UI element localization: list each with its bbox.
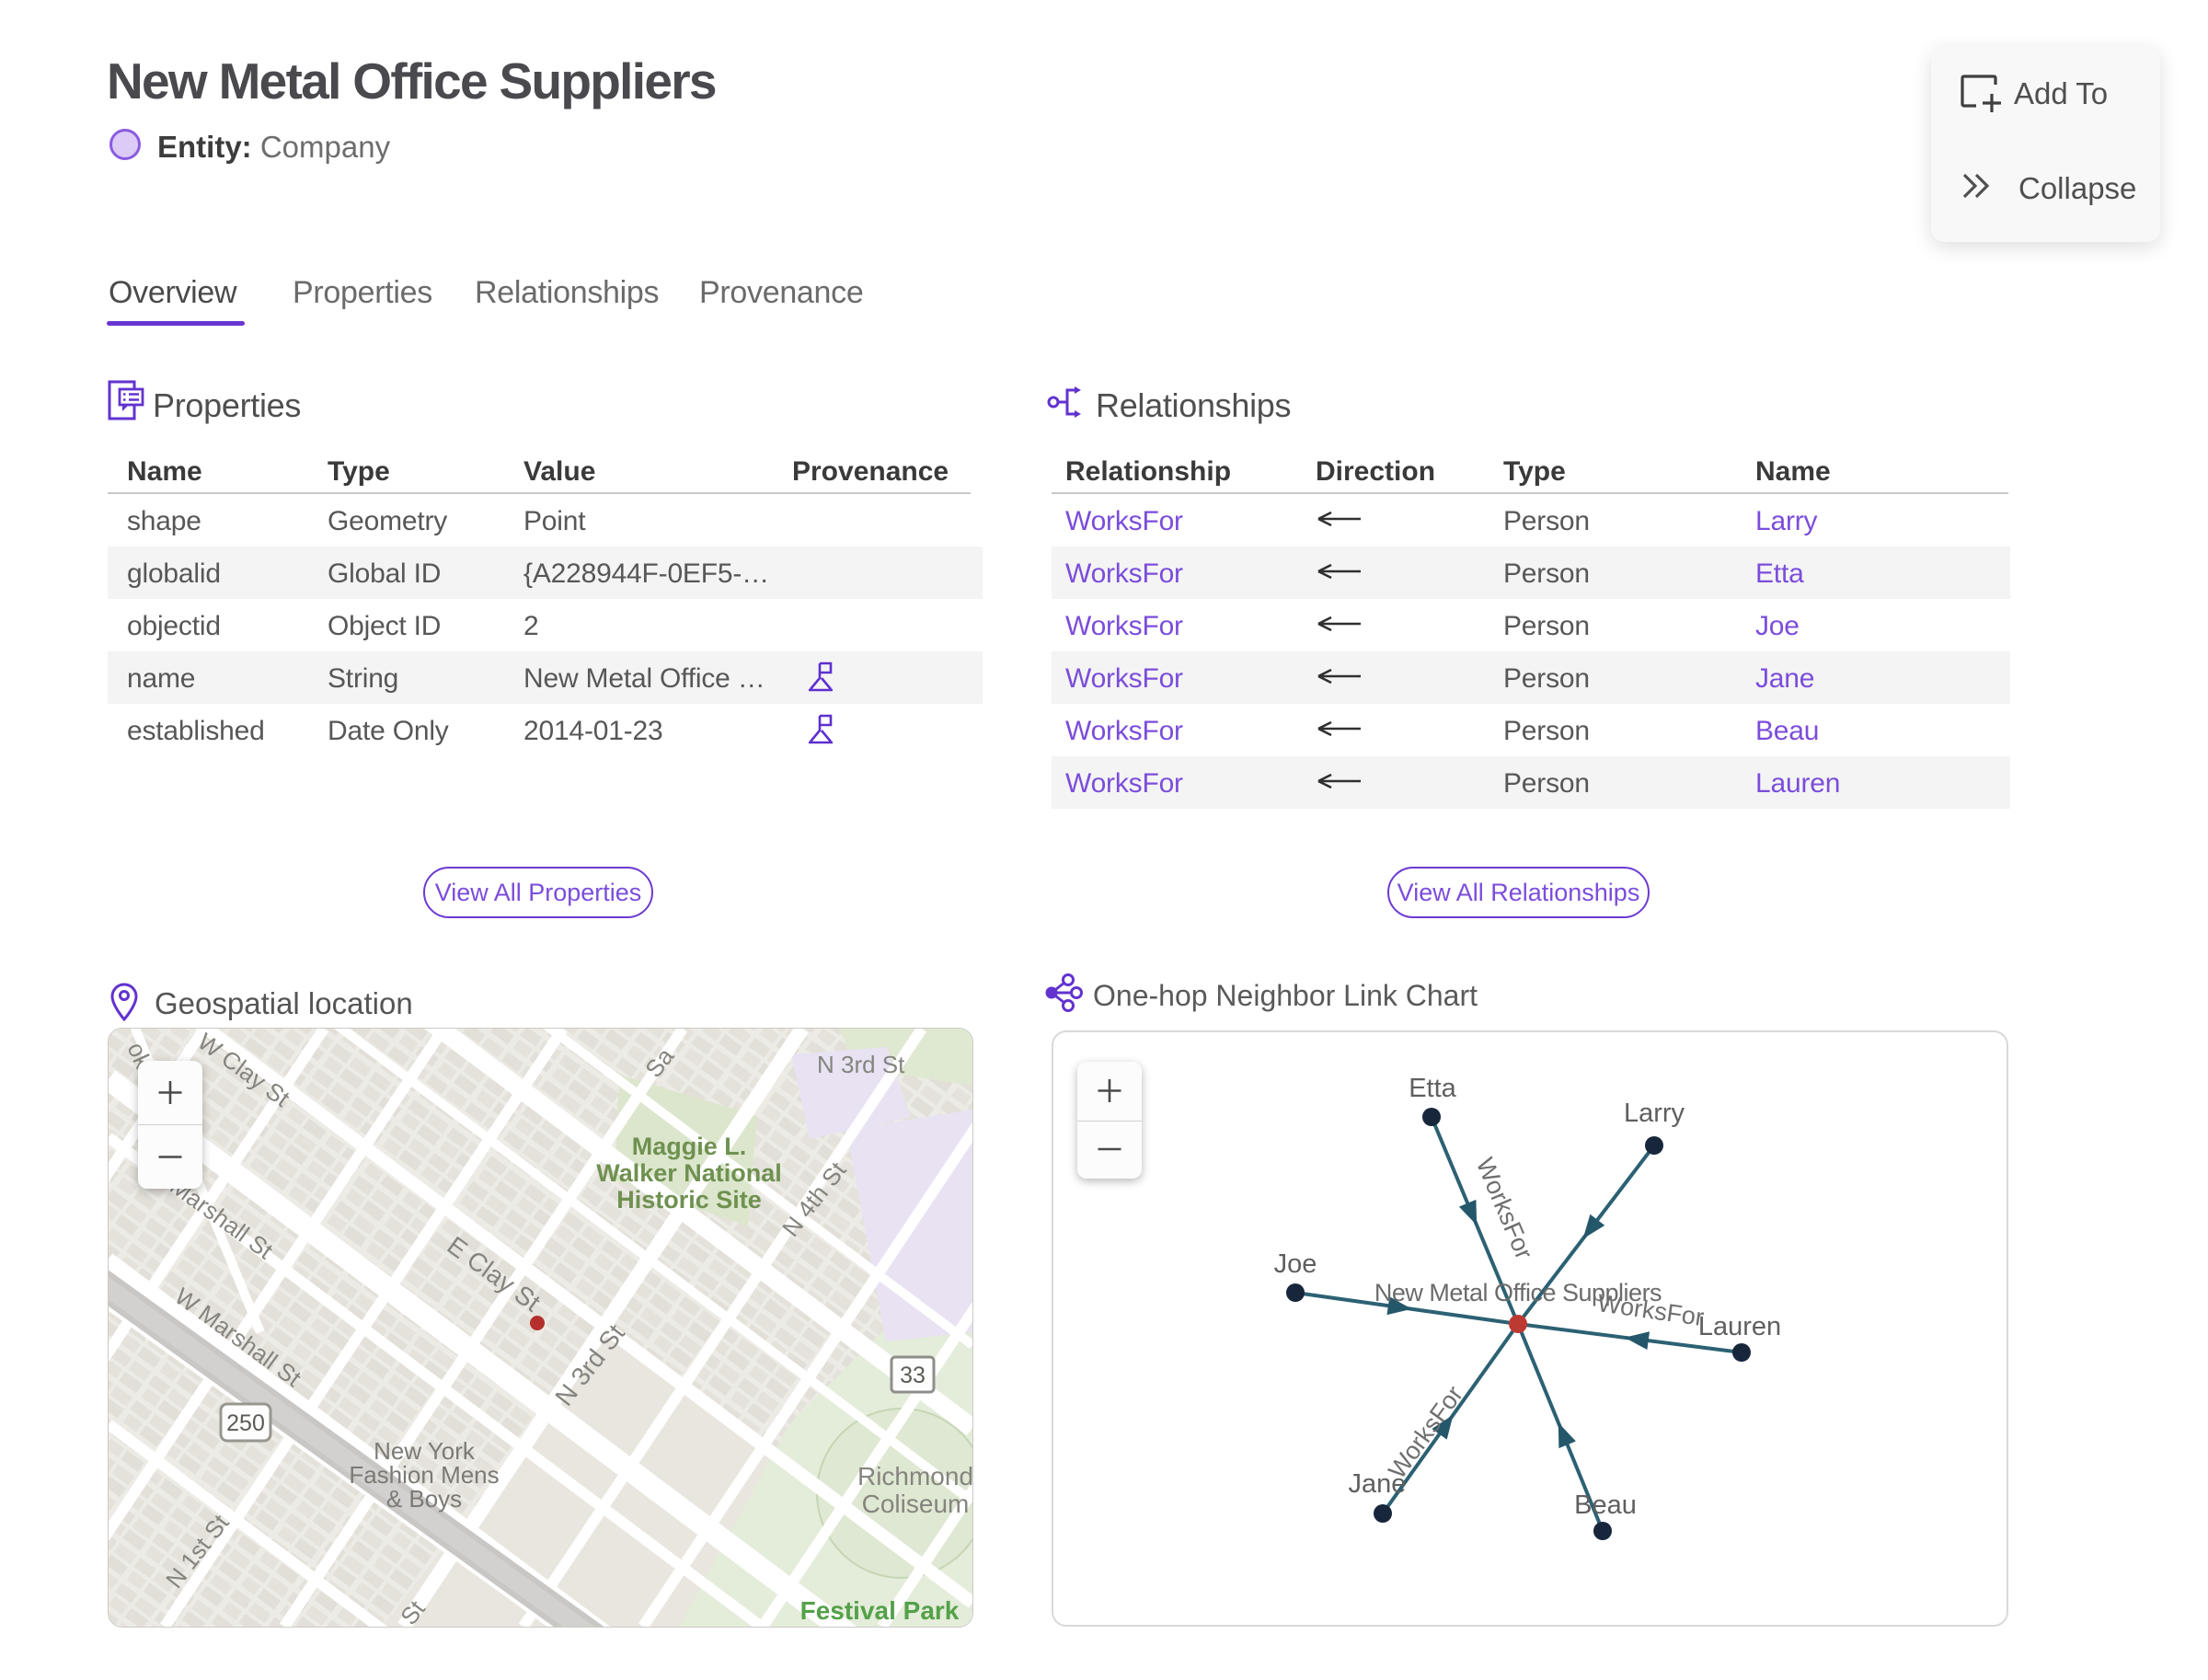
- svg-text:Larry: Larry: [1624, 1099, 1685, 1128]
- svg-text:N 3rd St: N 3rd St: [817, 1051, 905, 1078]
- svg-text:Maggie L.: Maggie L.: [632, 1133, 747, 1160]
- svg-text:33: 33: [900, 1363, 926, 1388]
- svg-text:Etta: Etta: [1409, 1074, 1456, 1103]
- svg-text:& Boys: & Boys: [386, 1485, 462, 1513]
- svg-text:Beau: Beau: [1574, 1490, 1637, 1520]
- svg-text:WorksFor: WorksFor: [1471, 1154, 1538, 1263]
- svg-text:Joe: Joe: [1274, 1249, 1317, 1279]
- svg-text:Coliseum: Coliseum: [862, 1490, 970, 1518]
- svg-text:Richmond: Richmond: [857, 1462, 972, 1490]
- svg-text:WorksFor: WorksFor: [1383, 1381, 1468, 1484]
- svg-text:250: 250: [226, 1410, 265, 1436]
- svg-text:WorksFor: WorksFor: [1595, 1289, 1706, 1331]
- svg-text:Historic Site: Historic Site: [616, 1186, 762, 1214]
- svg-text:Walker National: Walker National: [596, 1159, 782, 1187]
- svg-text:Lauren: Lauren: [1698, 1312, 1781, 1341]
- svg-text:Festival Park: Festival Park: [800, 1596, 960, 1625]
